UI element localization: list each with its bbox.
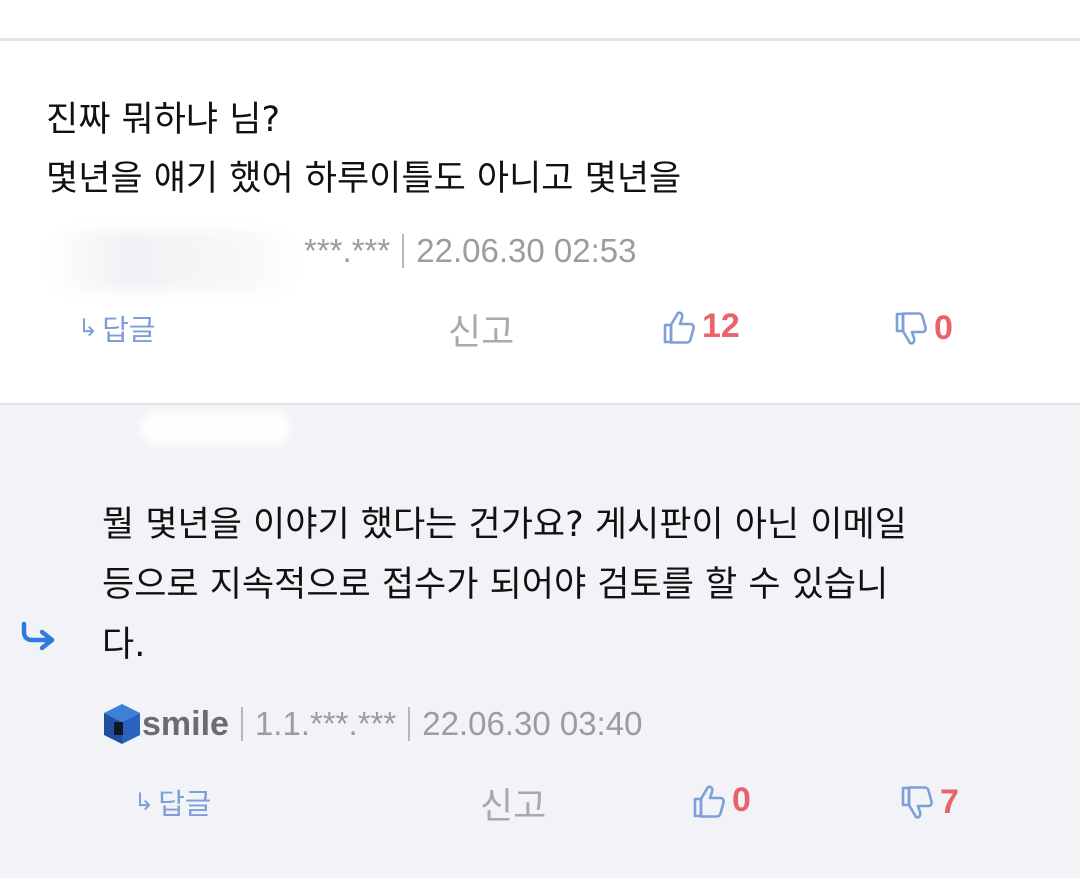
report-button[interactable]: 신고 — [448, 303, 514, 355]
like-count: 12 — [702, 307, 740, 345]
comment-line: 몇년을 얘기 했어 하루이틀도 아니고 몇년을 — [46, 159, 682, 199]
blurred-author — [48, 231, 298, 291]
like-button[interactable]: 12 — [662, 307, 740, 346]
reply-arrow-icon: ↳ — [78, 314, 99, 342]
comment-line: 뭘 몇년을 이야기 했다는 건가요? 게시판이 아닌 이메일 — [102, 505, 907, 545]
thumbs-up-icon — [693, 784, 725, 818]
dislike-count: 0 — [934, 309, 953, 347]
comment-body: 진짜 뭐하냐 님? 몇년을 얘기 했어 하루이틀도 아니고 몇년을 — [46, 91, 681, 209]
report-button[interactable]: 신고 — [480, 777, 546, 829]
comment-body: 뭘 몇년을 이야기 했다는 건가요? 게시판이 아닌 이메일 등으로 지속적으로… — [102, 495, 1042, 675]
reply-arrow-icon: ↳ — [134, 788, 155, 816]
ip-address: 1.1.***.*** — [254, 705, 397, 742]
blurred-region — [140, 411, 290, 445]
like-button[interactable]: 0 — [692, 781, 751, 820]
thumbs-down-icon — [895, 311, 927, 345]
meta-separator — [408, 707, 411, 741]
thumbs-up-icon — [663, 310, 695, 344]
meta-info: 1.1.***.*** 22.06.30 03:40 — [229, 705, 642, 743]
comment-meta: smile 1.1.***.*** 22.06.30 03:40 — [100, 701, 642, 747]
reply-indicator-icon — [21, 621, 55, 651]
dislike-button[interactable]: 0 — [894, 309, 953, 348]
reply-label: 답글 — [102, 313, 156, 347]
reply-label: 답글 — [158, 787, 212, 821]
reply-button[interactable]: ↳ 답글 — [134, 781, 211, 823]
dislike-button[interactable]: 7 — [900, 783, 959, 822]
comment-line: 등으로 지속적으로 접수가 되어야 검토를 할 수 있습니 — [102, 565, 889, 605]
thumbs-down-icon — [901, 785, 933, 819]
comment: 진짜 뭐하냐 님? 몇년을 얘기 했어 하루이틀도 아니고 몇년을 ***.**… — [0, 41, 1080, 403]
comment-line: 진짜 뭐하냐 님? — [46, 100, 281, 140]
dislike-count: 7 — [940, 783, 959, 821]
meta-separator — [402, 234, 405, 268]
timestamp: 22.06.30 03:40 — [422, 705, 643, 742]
author-name[interactable]: smile — [142, 705, 229, 744]
reply-comment: 뭘 몇년을 이야기 했다는 건가요? 게시판이 아닌 이메일 등으로 지속적으로… — [0, 403, 1080, 878]
comment-line: 다. — [102, 625, 146, 665]
cube-avatar-icon — [104, 704, 140, 744]
meta-separator — [240, 707, 243, 741]
comment-meta: ***.*** 22.06.30 02:53 — [304, 231, 636, 271]
like-count: 0 — [732, 781, 751, 819]
reply-button[interactable]: ↳ 답글 — [78, 307, 155, 349]
timestamp: 22.06.30 02:53 — [416, 232, 637, 269]
ip-address: ***.*** — [304, 232, 391, 269]
